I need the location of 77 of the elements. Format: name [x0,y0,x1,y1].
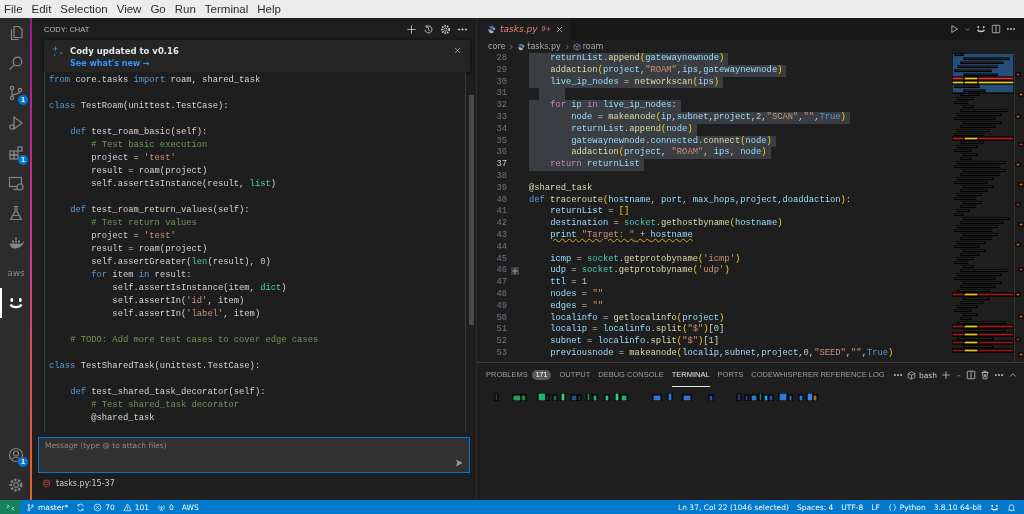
code-line: localip = localinfo.split("$")[0] [549,324,726,336]
code-line: subnet = localinfo.split("$")[1] [549,336,721,348]
code-line: self.assertGreater(len(result), 0) [90,256,271,269]
line-number: 45 [495,253,507,266]
line-number: 42 [495,218,507,230]
code-line: for item in result: [90,269,192,282]
code-line: project = 'test' [90,152,176,165]
code-line: self.assertIn('label', item) [111,308,261,321]
code-line: destination = socket.gethostbyname(hostname) [549,218,784,230]
code-line: project = 'test' [90,230,176,243]
breadcrumb-item[interactable]: core [488,42,506,51]
code-line: edges = "" [549,300,604,313]
code-line: localinfo = getlocalinfo(project) [549,312,726,324]
code-line: class TestRoam(unittest.TestCase): [49,100,229,113]
code-line: # Test shared_task decorator [90,399,240,412]
menu-item[interactable]: File [4,2,23,16]
line-number: 50 [495,312,507,325]
code-line: self.assertIn('id', item) [111,295,245,308]
menu-item[interactable]: Selection [60,2,108,16]
code-line: udp = socket.getprotobyname('udp') [549,265,731,277]
line-number: 34 [495,123,507,136]
notification-title: Cody updated to v0.16 [70,46,180,56]
code-line: @shared_task [90,412,155,425]
code-line: returnList = [] [549,206,631,218]
line-number: 41 [495,206,507,219]
line-number: 37 [495,159,507,171]
code-line: def test_shared_task_decorator(self): [69,386,266,399]
context-file-link[interactable]: tasks.py:15-37 [56,479,115,488]
line-number: 49 [495,300,507,313]
breadcrumb-item[interactable]: roam [582,42,604,51]
code-line: from core.tasks import roam, shared_task [49,74,261,87]
line-number: 30 [495,76,507,89]
activity-item[interactable]: aws [0,258,30,288]
breadcrumb-item[interactable]: tasks.py [527,42,561,51]
code-line: self.assertIsInstance(item, dict) [111,282,287,295]
code-line: print "Target: " + hostname [549,229,694,242]
code-line: # Test return values [90,217,197,230]
code-line: result = roam(project) [90,243,208,256]
code-line: result = roam(project) [90,165,208,178]
menu-item[interactable]: Help [257,2,281,16]
code-line: ttl = 1 [549,277,589,289]
line-number: 33 [495,112,507,124]
code-line: def test_roam_return_values(self): [69,204,250,217]
menu-item[interactable]: Edit [31,2,52,16]
line-number: 44 [495,241,507,254]
menu-item[interactable]: Go [150,2,166,16]
menu-item[interactable]: Run [174,2,196,16]
line-number: 28 [495,53,507,65]
code-line: nodes = "" [549,288,604,301]
line-number: 35 [495,135,507,148]
code-line: # Test basic execution [90,139,208,152]
line-number: 32 [495,100,507,112]
menu-item[interactable]: Terminal [204,2,249,16]
line-number: 46 [495,265,507,278]
line-number: 31 [495,88,507,101]
line-number: 29 [495,64,507,77]
code-line: # TODO: Add more test cases to cover edge cases [69,334,319,347]
code-line: previousnode = makeanode(localip,subnet,project,0,"SEED","",True) [549,347,895,360]
code-line: @shared_task [529,182,594,195]
line-number: 36 [495,147,507,160]
line-number: 48 [495,288,507,301]
whats-new-link[interactable]: See what's new → [70,59,150,68]
line-number: 52 [495,336,507,348]
code-line: class TestSharedTask(unittest.TestCase): [49,360,261,373]
line-number: 47 [495,277,507,289]
code-line: self.assertIsInstance(result, list) [90,178,276,191]
line-number: 53 [495,347,507,360]
line-number: 39 [495,182,507,195]
line-number: 51 [495,324,507,337]
code-line: def traceroute(hostname, port, max_hops,project,doaddaction): [529,194,853,206]
line-number: 38 [495,170,507,183]
aws-label: aws [7,268,25,278]
code-line: icmp = socket.getprotobyname('icmp') [549,253,742,265]
line-number: 40 [495,194,507,207]
line-number: 43 [495,229,507,242]
code-line: def test_roam_basic(self): [69,126,208,139]
menu-item[interactable]: View [116,2,142,16]
